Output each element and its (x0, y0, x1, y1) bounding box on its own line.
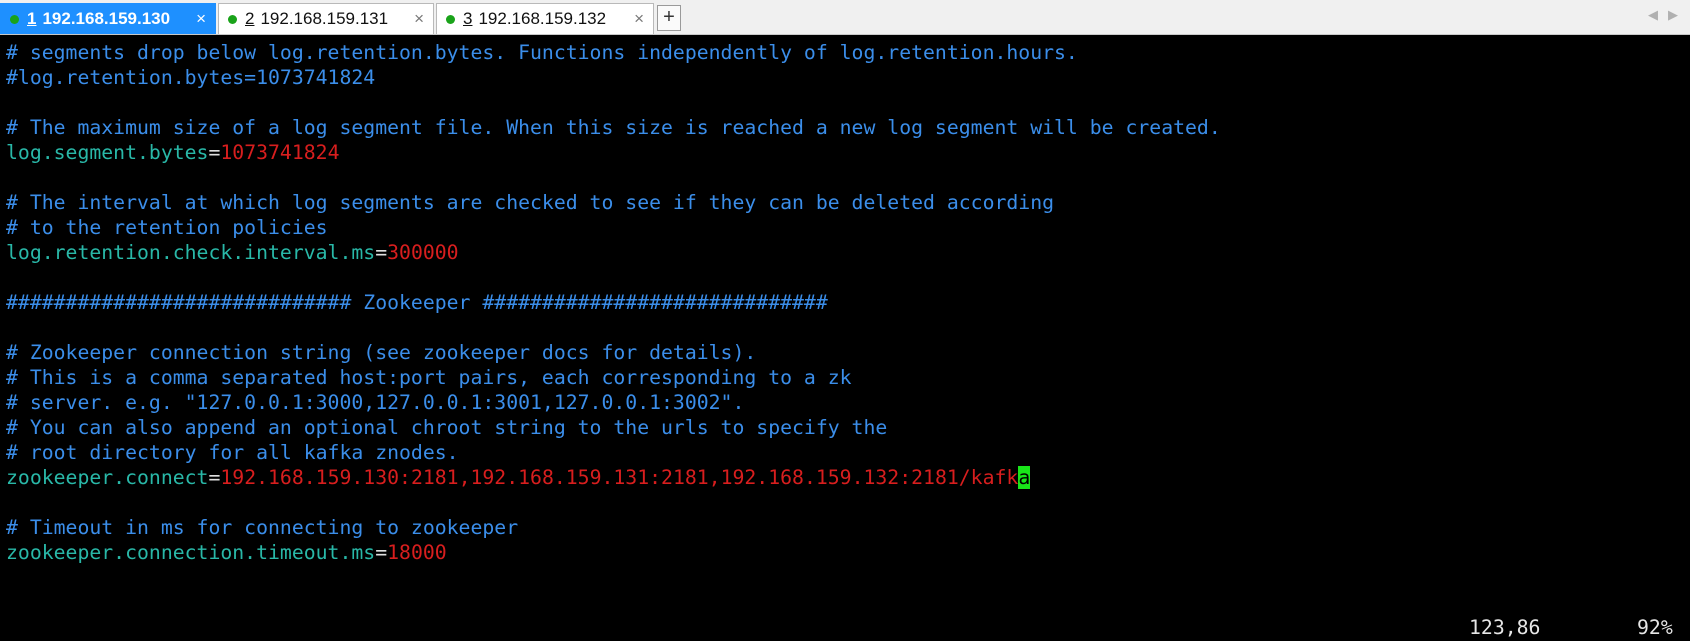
config-value: 1073741824 (220, 141, 340, 164)
config-value: 192.168.159.130:2181,192.168.159.131:218… (220, 466, 1019, 489)
tab-session-1[interactable]: 1 192.168.159.130 × (0, 3, 216, 34)
tab-session-2[interactable]: 2 192.168.159.131 × (218, 3, 434, 34)
tab-label: 192.168.159.131 (260, 9, 389, 28)
tab-label: 192.168.159.130 (42, 9, 171, 28)
tab-number: 3 (463, 9, 473, 28)
comment-line: # root directory for all kafka znodes. (6, 441, 459, 464)
comment-line: # to the retention policies (6, 216, 328, 239)
config-key: log.segment.bytes (6, 141, 209, 164)
new-tab-button[interactable]: + (657, 5, 681, 31)
comment-line: # You can also append an optional chroot… (6, 416, 888, 439)
comment-line: # server. e.g. "127.0.0.1:3000,127.0.0.1… (6, 391, 745, 414)
equals-sign: = (375, 241, 388, 264)
tab-number: 1 (27, 9, 37, 28)
connected-status-icon (228, 14, 237, 24)
tab-session-3[interactable]: 3 192.168.159.132 × (436, 3, 654, 34)
config-key: log.retention.check.interval.ms (6, 241, 376, 264)
comment-line: # The maximum size of a log segment file… (6, 116, 1221, 139)
config-key: zookeeper.connect (6, 466, 209, 489)
connected-status-icon (10, 14, 19, 24)
config-key: zookeeper.connection.timeout.ms (6, 541, 376, 564)
cursor-position-indicator: 123,86 (1469, 616, 1541, 639)
scroll-tabs-left-icon[interactable]: ◀ (1648, 8, 1658, 23)
config-line-segment-bytes: log.segment.bytes=1073741824 (6, 141, 339, 165)
tab-label: 192.168.159.132 (478, 9, 607, 28)
tab-close-icon[interactable]: × (634, 9, 644, 29)
comment-line: # segments drop below log.retention.byte… (6, 41, 1078, 64)
config-value: 300000 (387, 241, 459, 264)
comment-line: # This is a comma separated host:port pa… (6, 366, 852, 389)
config-line-check-interval: log.retention.check.interval.ms=300000 (6, 241, 459, 265)
tab-number: 2 (245, 9, 255, 28)
equals-sign: = (208, 466, 221, 489)
comment-line: # Timeout in ms for connecting to zookee… (6, 516, 519, 539)
comment-line: # The interval at which log segments are… (6, 191, 1055, 214)
text-cursor: a (1018, 466, 1031, 489)
equals-sign: = (375, 541, 388, 564)
tab-close-icon[interactable]: × (414, 9, 424, 29)
comment-line: #log.retention.bytes=1073741824 (6, 66, 376, 89)
scroll-tabs-right-icon[interactable]: ▶ (1668, 8, 1678, 23)
tab-close-icon[interactable]: × (196, 9, 206, 29)
section-header: ############################# Zookeeper … (6, 291, 828, 314)
config-value: 18000 (387, 541, 447, 564)
comment-line: # Zookeeper connection string (see zooke… (6, 341, 757, 364)
equals-sign: = (208, 141, 221, 164)
session-tab-bar: 1 192.168.159.130 × 2 192.168.159.131 × … (0, 0, 1690, 35)
config-line-connection-timeout: zookeeper.connection.timeout.ms=18000 (6, 541, 447, 565)
terminal-editor[interactable]: # segments drop below log.retention.byte… (0, 36, 1690, 641)
connected-status-icon (446, 14, 455, 24)
scroll-percent-indicator: 92% (1637, 616, 1673, 639)
config-line-zookeeper-connect: zookeeper.connect=192.168.159.130:2181,1… (6, 466, 1031, 490)
